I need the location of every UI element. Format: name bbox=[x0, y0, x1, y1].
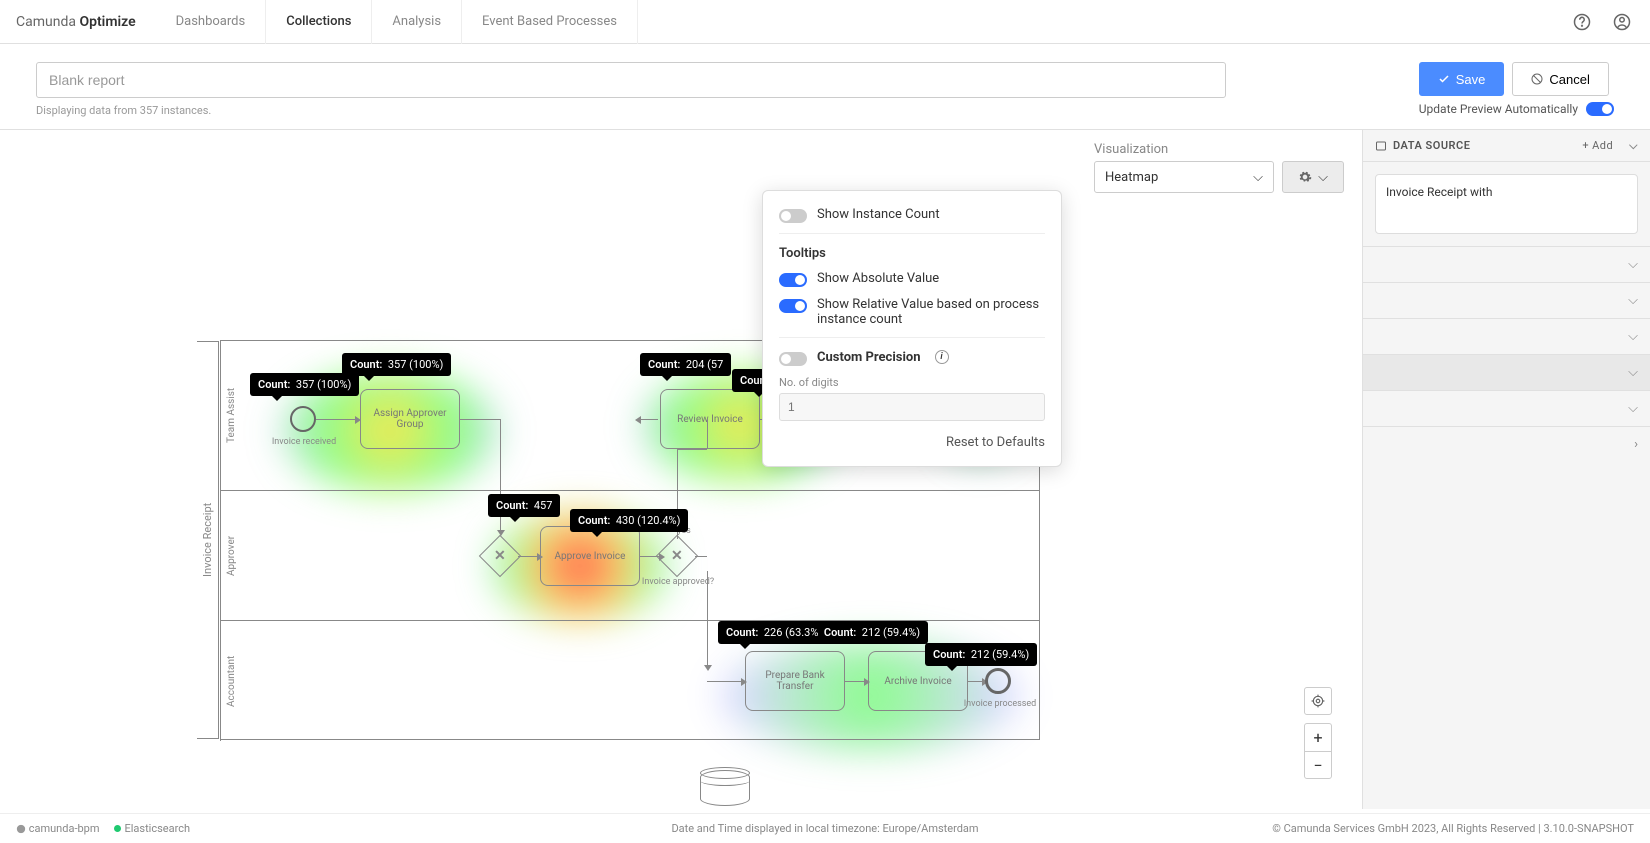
panel-head-datasource[interactable]: DATA SOURCE + Add ⌵ bbox=[1363, 130, 1650, 162]
datasource-card[interactable]: Invoice Receipt with bbox=[1375, 174, 1638, 234]
update-preview-label: Update Preview Automatically bbox=[1419, 102, 1578, 116]
add-datasource-button[interactable]: + Add bbox=[1582, 139, 1613, 152]
accordion-row[interactable]: ⌵ bbox=[1363, 390, 1650, 426]
chevron-down-icon: ⌵ bbox=[1628, 365, 1638, 380]
chevron-down-icon[interactable]: ⌵ bbox=[1629, 139, 1638, 153]
engine-icon bbox=[16, 824, 26, 834]
lane-team-assist: Team Assist bbox=[220, 341, 242, 490]
viz-select[interactable]: Heatmap⌵ bbox=[1094, 161, 1274, 193]
accordion-row[interactable]: ⌵ bbox=[1363, 246, 1650, 282]
plus-icon: + bbox=[1582, 139, 1589, 152]
viz-settings-popover: Show Instance Count Tooltips Show Absolu… bbox=[762, 190, 1062, 467]
reset-defaults-button[interactable]: Reset to Defaults bbox=[779, 435, 1045, 450]
timezone-label: Date and Time displayed in local timezon… bbox=[671, 822, 978, 835]
label-approved-q: Invoice approved? bbox=[638, 577, 718, 587]
nav-collections[interactable]: Collections bbox=[266, 0, 372, 44]
brand: Camunda Optimize bbox=[16, 14, 136, 30]
show-absolute-label: Show Absolute Value bbox=[817, 271, 939, 286]
tooltip: Count: 204 (57 bbox=[640, 353, 731, 376]
engine-label: camunda-bpm bbox=[29, 822, 100, 835]
lane-accountant: Accountant bbox=[220, 621, 242, 741]
tooltip: Count: 212 (59.4%) bbox=[925, 643, 1037, 666]
accordion-row[interactable]: › bbox=[1363, 426, 1650, 462]
footer: camunda-bpm Elasticsearch Date and Time … bbox=[0, 813, 1650, 843]
toggle-relative[interactable] bbox=[779, 299, 807, 313]
digits-input[interactable] bbox=[779, 393, 1045, 421]
zoom-in-button[interactable]: + bbox=[1304, 723, 1332, 751]
chevron-down-icon: ⌵ bbox=[1628, 293, 1638, 308]
chevron-down-icon: ⌵ bbox=[1628, 329, 1638, 344]
toggle-custom-precision[interactable] bbox=[779, 352, 807, 366]
custom-precision-label: Custom Precision bbox=[817, 350, 921, 365]
show-instance-count-label: Show Instance Count bbox=[817, 207, 940, 222]
help-icon[interactable] bbox=[1570, 10, 1594, 34]
cancel-button[interactable]: Cancel bbox=[1512, 62, 1608, 96]
status-dot-icon bbox=[114, 825, 121, 832]
viz-settings-button[interactable]: ⌵ bbox=[1282, 161, 1344, 193]
datastore-fas[interactable]: Financial Accounting System bbox=[700, 770, 750, 809]
tooltips-heading: Tooltips bbox=[779, 246, 1045, 261]
accordion-row[interactable]: ⌵ bbox=[1363, 318, 1650, 354]
accordion-row[interactable]: ⌵ bbox=[1363, 354, 1650, 390]
tooltip: Count: 357 (100%) bbox=[342, 353, 451, 376]
right-panel: DATA SOURCE + Add ⌵ Invoice Receipt with… bbox=[1362, 130, 1650, 809]
report-title-input[interactable] bbox=[36, 62, 1226, 98]
chevron-down-icon: ⌵ bbox=[1318, 170, 1328, 185]
datasource-icon bbox=[1375, 140, 1387, 152]
nav-analysis[interactable]: Analysis bbox=[372, 0, 462, 44]
gear-icon bbox=[1298, 170, 1312, 184]
recenter-button[interactable] bbox=[1304, 687, 1332, 715]
viz-label: Visualization bbox=[1094, 142, 1344, 157]
nav-ebp[interactable]: Event Based Processes bbox=[462, 0, 638, 44]
nav-dashboards[interactable]: Dashboards bbox=[156, 0, 267, 44]
tooltip: Count: 226 (63.3% Count: 212 (59.4%) bbox=[718, 621, 928, 644]
tooltip: Count: 430 (120.4%) bbox=[570, 509, 688, 532]
label-processed: Invoice processed bbox=[960, 699, 1040, 709]
tooltip: Count: 357 (100%) bbox=[250, 373, 359, 396]
label-invoice-received: Invoice received bbox=[264, 437, 344, 447]
es-label: Elasticsearch bbox=[125, 822, 191, 835]
task-approve-invoice[interactable]: Approve Invoice bbox=[540, 526, 640, 586]
nav: Dashboards Collections Analysis Event Ba… bbox=[156, 0, 638, 44]
lane-approver: Approver bbox=[220, 491, 242, 620]
canvas[interactable]: Visualization Heatmap⌵ ⌵ + − Invoice Rec… bbox=[0, 130, 1362, 809]
show-relative-label: Show Relative Value based on process ins… bbox=[817, 297, 1045, 327]
end-event-processed[interactable] bbox=[985, 668, 1011, 694]
toolbar: Displaying data from 357 instances. Save… bbox=[0, 44, 1650, 130]
task-review-invoice[interactable]: Review Invoice bbox=[660, 389, 760, 449]
save-button[interactable]: Save bbox=[1419, 62, 1505, 96]
chevron-down-icon: ⌵ bbox=[1628, 257, 1638, 272]
toggle-absolute[interactable] bbox=[779, 273, 807, 287]
task-prepare-bank[interactable]: Prepare Bank Transfer bbox=[745, 651, 845, 711]
chevron-down-icon: ⌵ bbox=[1253, 170, 1263, 185]
accordion-row[interactable]: ⌵ bbox=[1363, 282, 1650, 318]
user-icon[interactable] bbox=[1610, 10, 1634, 34]
copyright-label: © Camunda Services GmbH 2023, All Rights… bbox=[1272, 822, 1634, 835]
instance-subtitle: Displaying data from 357 instances. bbox=[36, 104, 1399, 117]
chevron-right-icon: › bbox=[1634, 437, 1638, 452]
zoom-out-button[interactable]: − bbox=[1304, 751, 1332, 779]
pool-label: Invoice Receipt bbox=[197, 341, 219, 739]
app-header: Camunda Optimize Dashboards Collections … bbox=[0, 0, 1650, 44]
chevron-down-icon: ⌵ bbox=[1628, 401, 1638, 416]
digits-label: No. of digits bbox=[779, 376, 1045, 389]
toggle-instance-count[interactable] bbox=[779, 209, 807, 223]
update-preview-toggle[interactable] bbox=[1586, 102, 1614, 116]
task-assign-approver[interactable]: Assign Approver Group bbox=[360, 389, 460, 449]
tooltip: Count: 457 bbox=[488, 494, 560, 517]
start-event[interactable] bbox=[290, 406, 316, 432]
info-icon[interactable]: i bbox=[935, 350, 949, 364]
